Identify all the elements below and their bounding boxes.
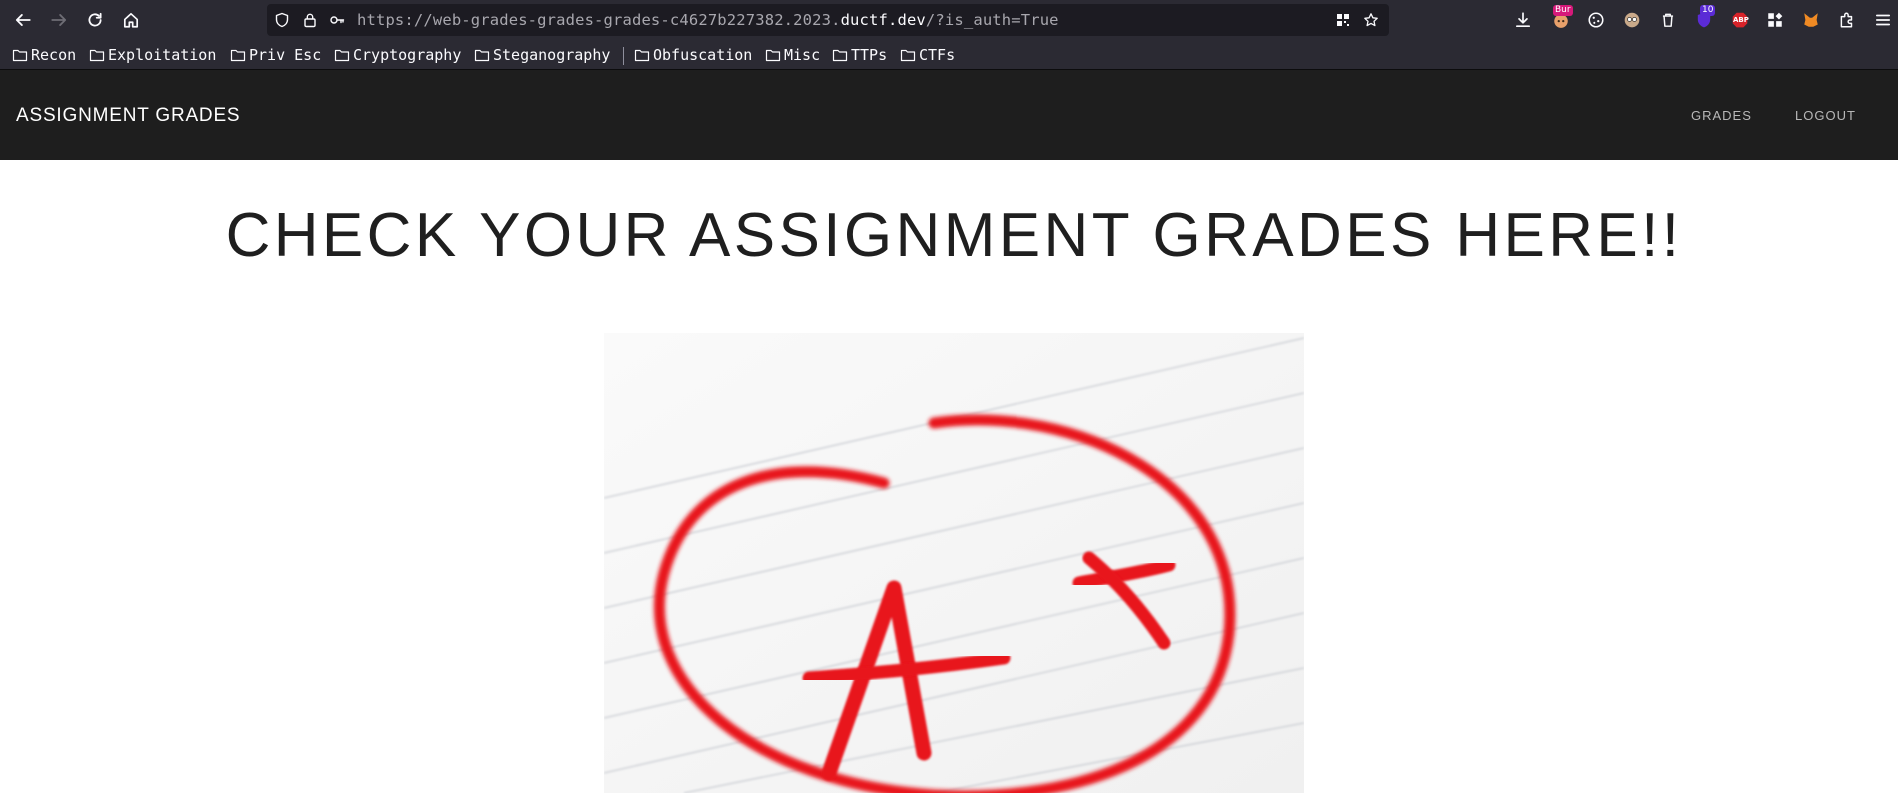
bookmark-label: Recon [31, 46, 77, 64]
bookmark-folder-ctfs[interactable]: CTFs [900, 45, 955, 65]
cookie-icon[interactable] [1585, 9, 1607, 31]
bookmark-label: Misc [784, 46, 821, 64]
site-navbar: ASSIGNMENT GRADES GRADES LOGOUT [0, 70, 1898, 160]
avatar-extension-icon[interactable] [1621, 9, 1643, 31]
reload-icon [88, 12, 102, 27]
bookmark-folder-steganography[interactable]: Steganography [474, 45, 610, 65]
bookmark-label: Exploitation [108, 46, 217, 64]
bookmark-label: Cryptography [353, 46, 462, 64]
url-prefix: https://web-grades-grades-grades-c4627b2… [357, 11, 841, 29]
address-bar[interactable]: https://web-grades-grades-grades-c4627b2… [267, 4, 1389, 36]
folder-icon [334, 49, 350, 62]
extension-grid-icon[interactable] [1764, 9, 1786, 31]
bookmark-label: CTFs [919, 46, 956, 64]
folder-icon [12, 49, 28, 62]
bookmark-star-icon[interactable] [1362, 11, 1380, 29]
folder-icon [230, 49, 246, 62]
menu-hamburger-icon[interactable] [1872, 9, 1894, 31]
burp-badge: Bur [1553, 5, 1573, 16]
burp-extension-icon[interactable]: Bur [1550, 5, 1573, 31]
url-text[interactable]: https://web-grades-grades-grades-c4627b2… [357, 11, 1059, 29]
grade-hero-image [604, 333, 1304, 793]
arrow-right-icon [51, 14, 67, 26]
bookmark-folder-obfuscation[interactable]: Obfuscation [634, 45, 752, 65]
site-brand[interactable]: ASSIGNMENT GRADES [16, 105, 240, 127]
folder-icon [634, 49, 650, 62]
qr-code-icon[interactable] [1334, 11, 1352, 29]
forward-button[interactable] [45, 6, 73, 34]
home-icon [123, 12, 139, 28]
key-icon[interactable] [328, 11, 346, 29]
back-button[interactable] [9, 6, 37, 34]
folder-icon [474, 49, 490, 62]
tracking-protection-icon[interactable] [273, 11, 291, 29]
reload-button[interactable] [81, 6, 109, 34]
folder-icon [832, 49, 848, 62]
bookmark-folder-exploitation[interactable]: Exploitation [89, 45, 216, 65]
abp-label: ABP [1733, 16, 1749, 24]
a-plus-grade-illustration [604, 333, 1304, 793]
bookmark-label: Priv Esc [249, 46, 322, 64]
bookmark-folder-ttps[interactable]: TTPs [832, 45, 887, 65]
bookmark-label: Steganography [493, 46, 611, 64]
extensions-puzzle-icon[interactable] [1836, 9, 1858, 31]
adblock-plus-icon[interactable]: ABP [1729, 9, 1751, 31]
lock-icon[interactable] [301, 11, 319, 29]
bookmarks-bar: Recon Exploitation Priv Esc Cryptography… [0, 40, 1898, 70]
metamask-fox-icon[interactable] [1800, 9, 1822, 31]
bookmark-label: TTPs [851, 46, 888, 64]
home-button[interactable] [117, 6, 145, 34]
nav-link-logout[interactable]: LOGOUT [1795, 108, 1856, 123]
trash-icon[interactable] [1657, 9, 1679, 31]
bookmarks-separator [623, 47, 624, 65]
url-domain: ductf.dev [840, 11, 926, 29]
url-suffix: /?is_auth=True [925, 11, 1059, 29]
page-headline: CHECK YOUR ASSIGNMENT GRADES HERE!! [225, 201, 1683, 270]
bookmark-folder-cryptography[interactable]: Cryptography [334, 45, 461, 65]
folder-icon [89, 49, 105, 62]
folder-icon [765, 49, 781, 62]
downloads-icon[interactable] [1512, 9, 1534, 31]
bookmark-folder-misc[interactable]: Misc [765, 45, 820, 65]
bookmark-folder-recon[interactable]: Recon [12, 45, 76, 65]
arrow-left-icon [15, 14, 31, 26]
browser-toolbar: https://web-grades-grades-grades-c4627b2… [0, 0, 1898, 40]
ublock-icon[interactable]: 10 [1693, 5, 1716, 31]
folder-icon [900, 49, 916, 62]
bookmark-folder-priv-esc[interactable]: Priv Esc [230, 45, 321, 65]
ublock-badge: 10 [1700, 5, 1716, 16]
bookmark-label: Obfuscation [653, 46, 753, 64]
nav-link-grades[interactable]: GRADES [1691, 108, 1752, 123]
